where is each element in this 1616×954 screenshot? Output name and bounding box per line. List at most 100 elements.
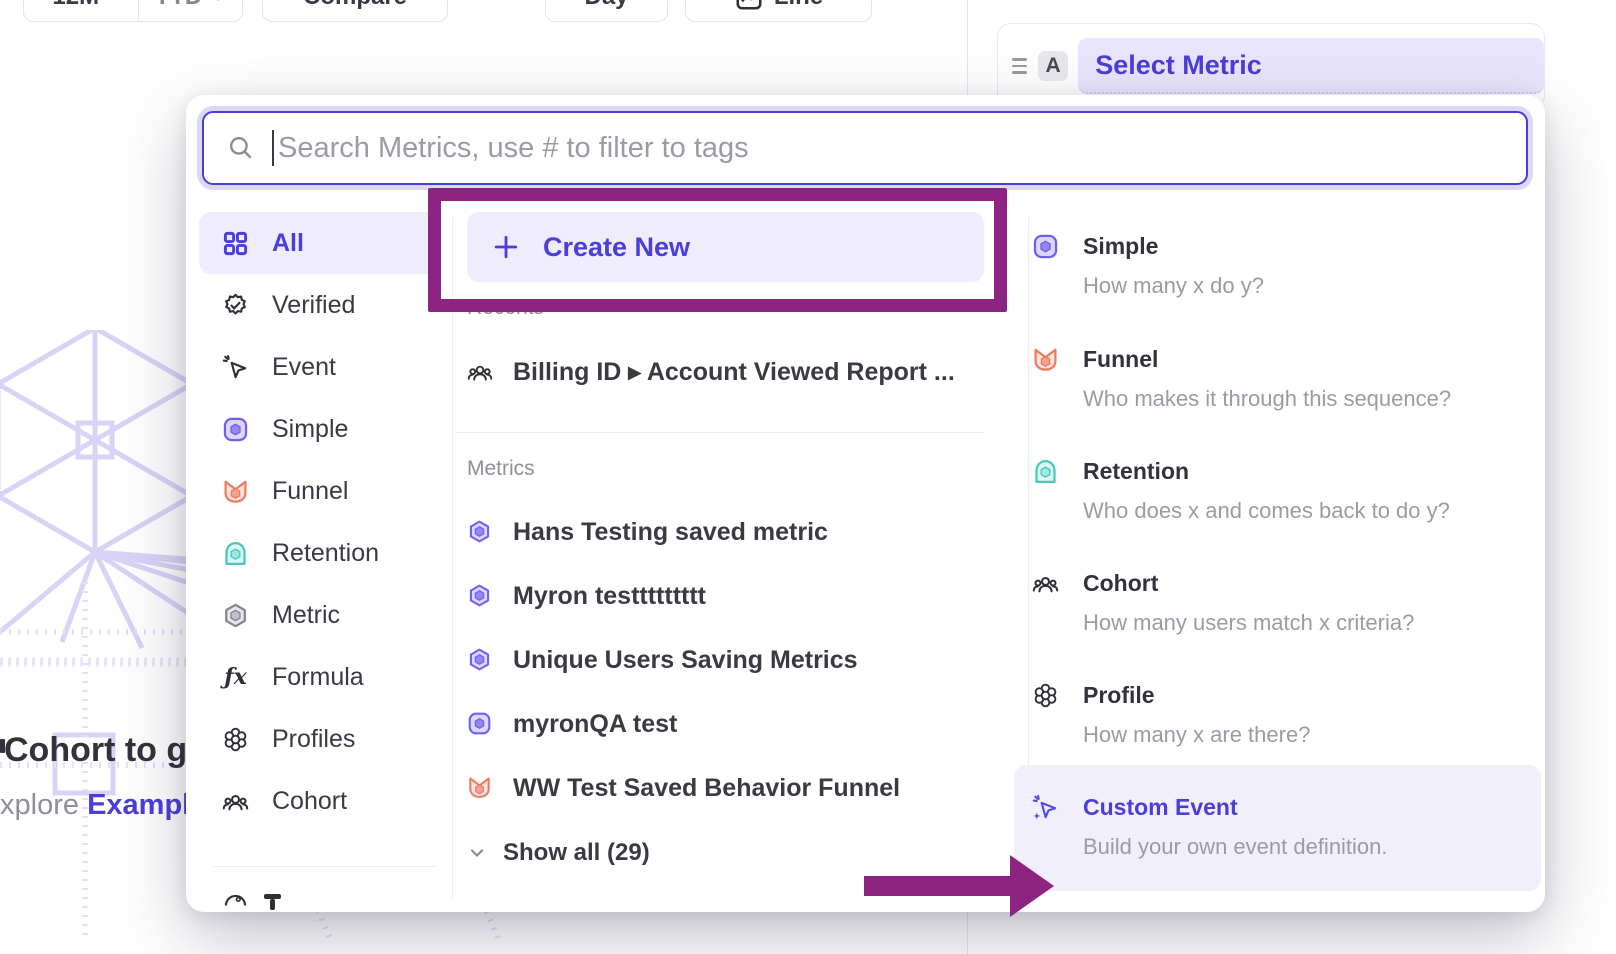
empty-state-heading: Cohort to ge [4,731,206,770]
metric-list-item[interactable]: Myron testtttttttt [467,571,706,621]
chevron-down-icon [467,843,487,863]
retention-icon [1032,458,1059,485]
funnel-icon [222,478,249,505]
sidebar-item-verified[interactable]: Verified [199,274,437,336]
retention-icon [222,540,249,567]
type-description: Who makes it through this sequence? [1083,386,1532,412]
drag-handle-icon[interactable] [1012,58,1027,74]
interval-button[interactable]: Day [545,0,668,22]
metric-item-label: WW Test Saved Behavior Funnel [513,774,900,803]
type-description: How many x do y? [1083,273,1532,299]
row-letter-badge: A [1038,51,1068,81]
type-description: How many users match x criteria? [1083,610,1532,636]
metric-list-item[interactable]: myronQA test [467,699,677,749]
sidebar-item-label: Simple [272,415,348,444]
sidebar-item-funnel[interactable]: Funnel [199,460,437,522]
search-icon [227,134,255,162]
type-title: Cohort [1083,570,1158,597]
sidebar-item-cohort[interactable]: Cohort [199,770,437,832]
text-caret [272,130,274,166]
recent-item[interactable]: Billing ID ▸ Account Viewed Report ... [467,347,955,397]
sidebar-item-all[interactable]: All [199,212,437,274]
interval-label: Day [584,0,628,11]
clipped-icon [222,892,249,912]
create-new-button[interactable]: Create New [467,212,984,282]
sidebar-item-simple[interactable]: Simple [199,398,437,460]
search-input[interactable] [278,132,1526,165]
range-ytd-label: YTD [154,0,202,11]
date-range-control[interactable]: 12M YTD [23,0,243,22]
verified-badge-icon [222,292,249,319]
chart-type-button[interactable]: Line [685,0,872,22]
plus-icon [493,234,519,260]
sidebar-item-label: Metric [272,601,340,630]
compare-label: Compare [303,0,407,11]
sidebar-item-label: All [272,229,304,258]
line-chart-icon [734,0,764,12]
sidebar-item-formula[interactable]: ƒx Formula [199,646,437,708]
type-retention[interactable]: Retention Who does x and comes back to d… [1032,458,1532,524]
type-title: Simple [1083,233,1158,260]
type-description: Who does x and comes back to do y? [1083,498,1532,524]
range-ytd-button[interactable]: YTD [138,0,243,21]
metric-item-label: myronQA test [513,710,677,739]
empty-state-subtext: xplore Example [0,789,206,822]
metric-list-item[interactable]: Hans Testing saved metric [467,507,828,557]
type-profile[interactable]: Profile How many x are there? [1032,682,1532,748]
sidebar-item-label: Funnel [272,477,348,506]
sidebar-item-label: Verified [272,291,355,320]
grid-icon [222,230,249,257]
create-new-label: Create New [543,232,690,263]
saved-metric-hexagon-icon [467,519,493,545]
metric-picker-modal: All Verified Event Simple Funnel [186,95,1545,912]
metric-item-label: Hans Testing saved metric [513,518,828,547]
recents-divider [456,432,984,433]
explore-text: xplore [0,789,79,821]
sidebar-column-divider [452,217,453,899]
simple-metric-icon [1032,233,1059,260]
type-description: Build your own event definition. [1083,834,1532,860]
sidebar-item-retention[interactable]: Retention [199,522,437,584]
metrics-section-label: Metrics [467,457,535,481]
metric-item-label: Myron testtttttttt [513,582,706,611]
sidebar-item-label: Formula [272,663,364,692]
chevron-down-icon [210,0,226,5]
range-12m-button[interactable]: 12M [24,0,128,21]
type-title: Custom Event [1083,794,1238,821]
select-metric-field[interactable]: Select Metric [1078,38,1544,94]
recents-section-label: Recents [467,296,544,320]
metric-list-item[interactable]: Unique Users Saving Metrics [467,635,858,685]
show-all-toggle[interactable]: Show all (29) [467,828,650,878]
profiles-cluster-icon [222,726,249,753]
screen: 12M YTD Compare Day Line A Select Metric [0,0,1616,954]
type-custom-event[interactable]: Custom Event Build your own event defini… [1032,794,1532,860]
saved-metric-hexagon-icon [467,583,493,609]
type-title: Retention [1083,458,1189,485]
custom-event-icon [1032,794,1059,821]
clipped-text-fragment [270,899,275,910]
type-cohort[interactable]: Cohort How many users match x criteria? [1032,570,1532,636]
formula-icon: ƒx [222,664,249,691]
profiles-cluster-icon [1032,682,1059,709]
sidebar-item-event[interactable]: Event [199,336,437,398]
metric-list-item[interactable]: WW Test Saved Behavior Funnel [467,763,900,813]
event-cursor-icon [222,354,249,381]
sidebar-item-profiles[interactable]: Profiles [199,708,437,770]
cohort-people-icon [222,788,249,815]
type-simple[interactable]: Simple How many x do y? [1032,233,1532,299]
show-all-label: Show all (29) [503,839,650,867]
metric-search-bar[interactable] [202,111,1528,185]
compare-button[interactable]: Compare [262,0,448,22]
simple-metric-icon [467,711,493,737]
type-funnel[interactable]: Funnel Who makes it through this sequenc… [1032,346,1532,412]
metric-item-label: Unique Users Saving Metrics [513,646,858,675]
sidebar-item-metric[interactable]: Metric [199,584,437,646]
sidebar-item-label: Profiles [272,725,355,754]
sidebar-item-label: Cohort [272,787,347,816]
type-description: How many x are there? [1083,722,1532,748]
simple-metric-icon [222,416,249,443]
recent-item-label: Billing ID ▸ Account Viewed Report ... [513,357,955,387]
sidebar-item-partial[interactable] [222,892,442,912]
sidebar-divider [214,866,437,867]
saved-metric-hexagon-icon [467,647,493,673]
